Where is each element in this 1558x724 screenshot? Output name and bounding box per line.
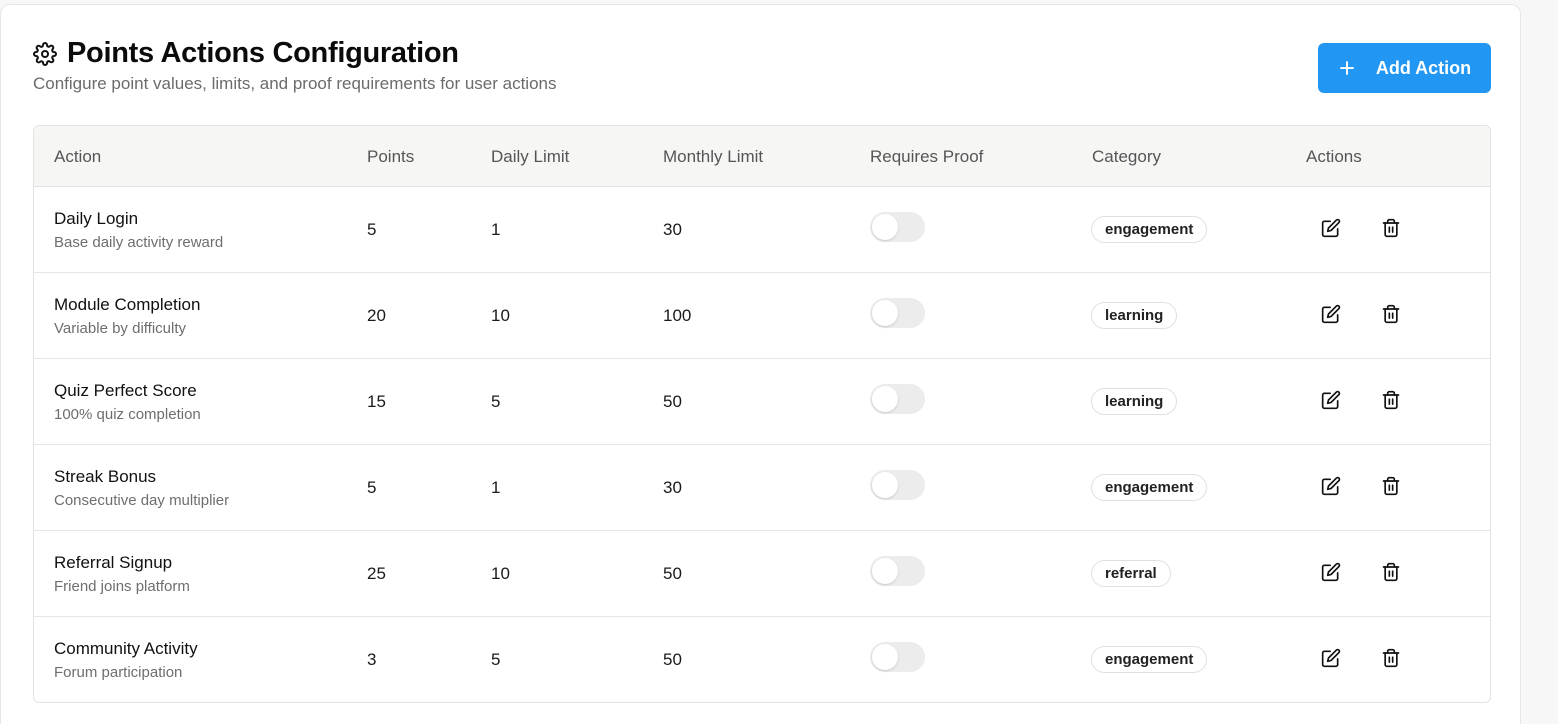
daily-limit-value: 5: [491, 392, 501, 411]
requires-proof-toggle[interactable]: [870, 212, 925, 242]
edit-icon[interactable]: [1321, 476, 1343, 498]
gear-icon: [33, 41, 57, 66]
edit-icon[interactable]: [1321, 218, 1343, 240]
points-value: 20: [367, 306, 386, 325]
points-value: 5: [367, 220, 377, 239]
column-header-monthly-limit: Monthly Limit: [663, 147, 764, 166]
points-value: 25: [367, 564, 386, 583]
action-description: Variable by difficulty: [54, 320, 187, 337]
action-description: Base daily activity reward: [54, 234, 224, 251]
page-title: Points Actions Configuration: [67, 37, 459, 69]
page-subtitle: Configure point values, limits, and proo…: [33, 74, 557, 93]
daily-limit-value: 1: [491, 220, 501, 239]
column-header-points: Points: [367, 147, 415, 166]
daily-limit-value: 1: [491, 478, 501, 497]
action-description: Friend joins platform: [54, 578, 190, 595]
trash-icon[interactable]: [1381, 562, 1403, 584]
column-header-actions: Actions: [1306, 147, 1362, 166]
table-header: Action Points Daily Limit Monthly Limit …: [34, 126, 1490, 187]
table-row: Streak Bonus Consecutive day multiplier …: [34, 445, 1490, 531]
trash-icon[interactable]: [1381, 218, 1403, 240]
monthly-limit-value: 100: [663, 306, 692, 325]
monthly-limit-value: 50: [663, 392, 682, 411]
daily-limit-value: 10: [491, 306, 510, 325]
toggle-knob: [872, 472, 898, 498]
category-badge: learning: [1091, 388, 1178, 415]
actions-table: Action Points Daily Limit Monthly Limit …: [33, 125, 1491, 703]
category-badge: engagement: [1091, 646, 1208, 673]
trash-icon[interactable]: [1381, 390, 1403, 412]
column-header-action: Action: [54, 147, 102, 166]
action-name: Community Activity: [54, 639, 198, 658]
action-name: Module Completion: [54, 295, 201, 314]
action-description: 100% quiz completion: [54, 406, 201, 423]
toggle-knob: [872, 214, 898, 240]
edit-icon[interactable]: [1321, 562, 1343, 584]
toggle-knob: [872, 386, 898, 412]
trash-icon[interactable]: [1381, 304, 1403, 326]
column-header-daily-limit: Daily Limit: [491, 147, 570, 166]
table-row: Community Activity Forum participation 3…: [34, 617, 1490, 702]
action-name: Quiz Perfect Score: [54, 381, 197, 400]
daily-limit-value: 10: [491, 564, 510, 583]
toggle-knob: [872, 300, 898, 326]
requires-proof-toggle[interactable]: [870, 298, 925, 328]
action-name: Streak Bonus: [54, 467, 157, 486]
page-header: Points Actions Configuration Configure p…: [33, 37, 556, 94]
points-value: 5: [367, 478, 377, 497]
requires-proof-toggle[interactable]: [870, 642, 925, 672]
title-row: Points Actions Configuration: [33, 37, 556, 70]
requires-proof-toggle[interactable]: [870, 470, 925, 500]
category-badge: engagement: [1091, 474, 1208, 501]
add-action-button[interactable]: Add Action: [1318, 43, 1491, 93]
trash-icon[interactable]: [1381, 648, 1403, 670]
action-name: Referral Signup: [54, 553, 173, 572]
trash-icon[interactable]: [1381, 476, 1403, 498]
monthly-limit-value: 30: [663, 478, 682, 497]
category-badge: engagement: [1091, 216, 1208, 243]
action-description: Consecutive day multiplier: [54, 492, 230, 509]
column-header-category: Category: [1092, 147, 1161, 166]
points-value: 15: [367, 392, 386, 411]
add-action-label: Add Action: [1375, 57, 1472, 78]
monthly-limit-value: 30: [663, 220, 682, 239]
table-row: Referral Signup Friend joins platform 25…: [34, 531, 1490, 617]
table-row: Daily Login Base daily activity reward 5…: [34, 187, 1490, 273]
config-card: Points Actions Configuration Configure p…: [0, 4, 1521, 724]
daily-limit-value: 5: [491, 650, 501, 669]
action-name: Daily Login: [54, 209, 139, 228]
table-row: Quiz Perfect Score 100% quiz completion …: [34, 359, 1490, 445]
edit-icon[interactable]: [1321, 390, 1343, 412]
column-header-requires-proof: Requires Proof: [870, 147, 984, 166]
monthly-limit-value: 50: [663, 564, 682, 583]
toggle-knob: [872, 558, 898, 584]
table-row: Module Completion Variable by difficulty…: [34, 273, 1490, 359]
toggle-knob: [872, 644, 898, 670]
category-badge: referral: [1091, 560, 1171, 587]
plus-icon: [1338, 59, 1356, 77]
category-badge: learning: [1091, 302, 1178, 329]
requires-proof-toggle[interactable]: [870, 556, 925, 586]
requires-proof-toggle[interactable]: [870, 384, 925, 414]
action-description: Forum participation: [54, 664, 183, 681]
edit-icon[interactable]: [1321, 648, 1343, 670]
monthly-limit-value: 50: [663, 650, 682, 669]
edit-icon[interactable]: [1321, 304, 1343, 326]
points-value: 3: [367, 650, 377, 669]
